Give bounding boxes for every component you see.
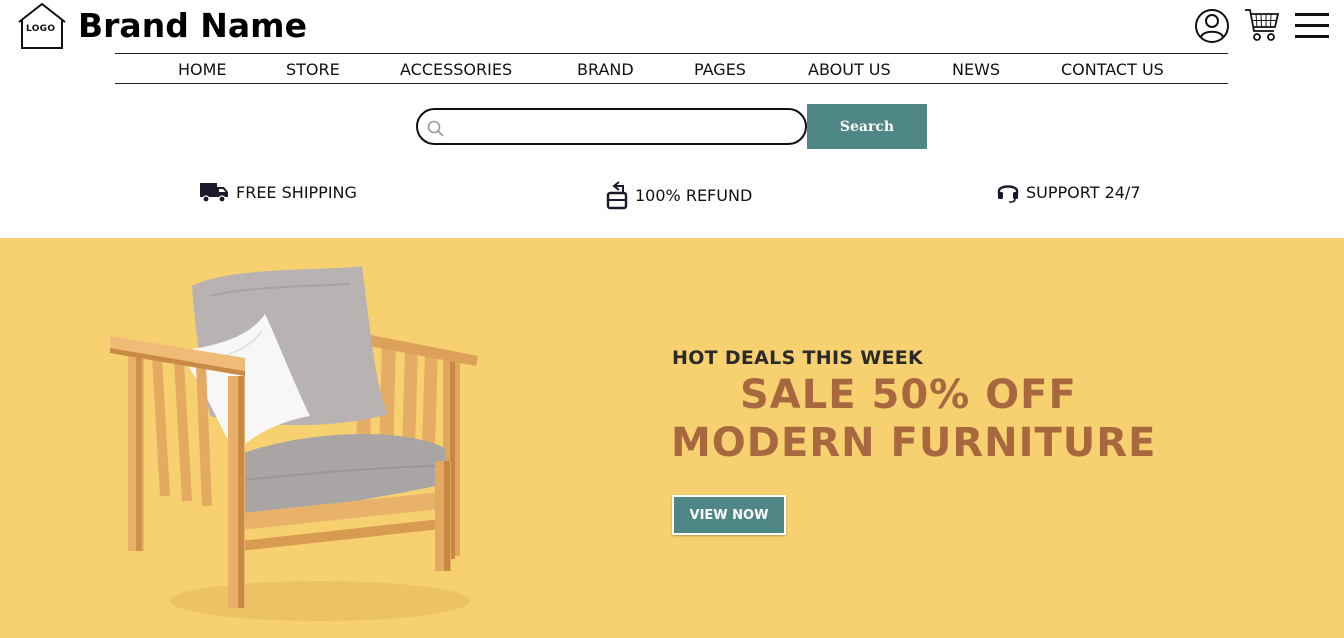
nav-news[interactable]: NEWS [952,60,1000,79]
search-bar [416,108,807,145]
refund-box-icon [606,181,628,210]
search-button[interactable]: Search [807,104,927,149]
nav-pages[interactable]: PAGES [694,60,746,79]
nav-contact-us[interactable]: CONTACT US [1061,60,1164,79]
hero-subtitle: HOT DEALS THIS WEEK [672,347,924,369]
armchair-image [110,266,478,621]
hero-title-line2: MODERN FURNITURE [671,420,1157,466]
nav-brand[interactable]: BRAND [577,60,634,79]
feature-refund-label: 100% REFUND [635,185,753,205]
main-nav: HOME STORE ACCESSORIES BRAND PAGES ABOUT… [115,53,1228,84]
feature-support-label: SUPPORT 24/7 [1026,182,1141,202]
nav-accessories[interactable]: ACCESSORIES [400,60,512,79]
brand-name[interactable]: Brand Name [78,6,307,45]
truck-icon [200,183,228,203]
nav-home[interactable]: HOME [178,60,227,79]
feature-shipping-label: FREE SHIPPING [236,182,357,202]
nav-about-us[interactable]: ABOUT US [808,60,891,79]
logo-text: LOGO [26,24,56,34]
search-icon [427,120,444,137]
cart-icon[interactable] [1244,7,1280,43]
menu-icon[interactable] [1294,10,1330,40]
nav-store[interactable]: STORE [286,60,340,79]
hero-banner: HOT DEALS THIS WEEK SALE 50% OFF MODERN … [0,238,1344,638]
feature-refund: 100% REFUND [605,180,752,210]
header-actions [1194,6,1330,44]
view-now-button[interactable]: VIEW NOW [672,495,786,535]
headset-icon [997,185,1019,203]
feature-free-shipping: FREE SHIPPING [198,180,357,204]
logo[interactable]: LOGO [16,2,68,50]
hero-title-line1: SALE 50% OFF [740,372,1077,418]
user-icon[interactable] [1194,6,1230,44]
search-input[interactable] [452,115,792,139]
feature-support: SUPPORT 24/7 [996,180,1141,204]
